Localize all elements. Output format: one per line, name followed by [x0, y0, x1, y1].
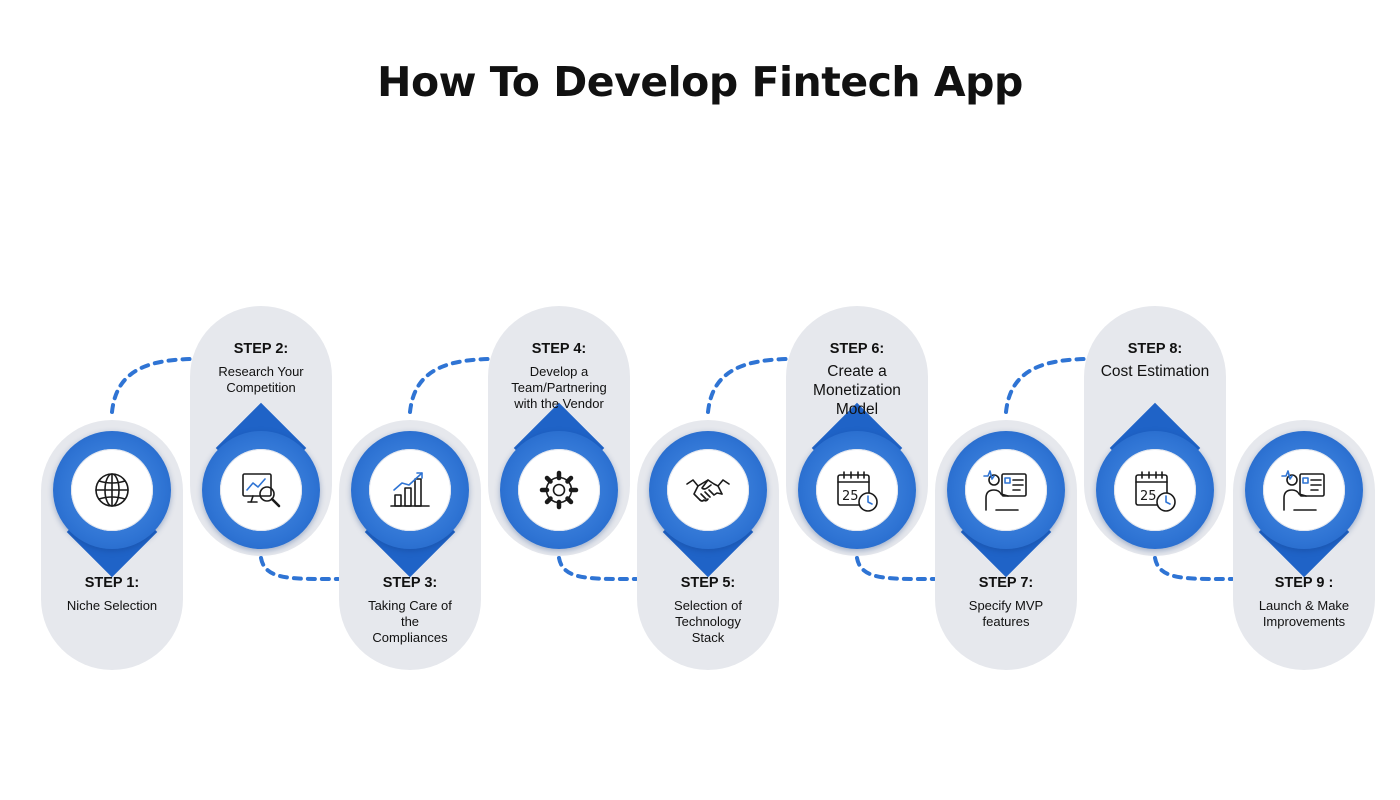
calendar-clock-icon: 25: [816, 449, 898, 531]
step-5-label: STEP 5: Selection of Technology Stack: [633, 574, 783, 646]
step-number: STEP 7:: [978, 575, 1034, 591]
step-title: Research Your Competition: [218, 364, 304, 395]
step-number: STEP 1:: [84, 575, 140, 591]
person-dashboard-icon: [1263, 449, 1345, 531]
step-title: Selection of Technology Stack: [674, 598, 742, 645]
connector-1-2: [110, 357, 193, 414]
step-title: Niche Selection: [66, 598, 158, 613]
step-number: STEP 6:: [829, 341, 885, 357]
connector-7-8: [1004, 357, 1087, 414]
step-1-label: STEP 1: Niche Selection: [37, 574, 187, 614]
step-number: STEP 8:: [1127, 341, 1183, 357]
step-title: Launch & Make Improvements: [1258, 598, 1350, 629]
step-6-label: STEP 6: Create a Monetization Model: [782, 340, 932, 419]
step-7-badge: [947, 431, 1065, 549]
process-diagram: How To Develop Fintech App STEP 1: Niche …: [0, 0, 1400, 800]
step-2-label: STEP 2: Research Your Competition: [186, 340, 336, 396]
step-5-badge: [649, 431, 767, 549]
analytics-search-icon: [220, 449, 302, 531]
step-8-badge: 25: [1096, 431, 1214, 549]
connector-6-7: [855, 556, 936, 582]
step-6-badge: 25: [798, 431, 916, 549]
handshake-icon: [667, 449, 749, 531]
step-3-badge: [351, 431, 469, 549]
step-3-label: STEP 3: Taking Care of the Compliances: [335, 574, 485, 646]
step-9-badge: [1245, 431, 1363, 549]
step-4-label: STEP 4: Develop a Team/Partnering with th…: [484, 340, 634, 412]
svg-text:25: 25: [1140, 489, 1157, 504]
step-number: STEP 9 :: [1274, 575, 1334, 591]
step-4-badge: [500, 431, 618, 549]
step-title: Specify MVP features: [968, 598, 1044, 629]
connector-3-4: [408, 357, 491, 414]
step-1-badge: [53, 431, 171, 549]
connector-2-3: [259, 556, 340, 582]
step-8-label: STEP 8: Cost Estimation: [1080, 340, 1230, 381]
globe-icon: [71, 449, 153, 531]
bar-chart-icon: [369, 449, 451, 531]
step-title: Cost Estimation: [1100, 363, 1210, 380]
step-title: Create a Monetization Model: [813, 363, 901, 418]
person-dashboard-icon: [965, 449, 1047, 531]
connector-8-9: [1153, 556, 1234, 582]
gear-icon: [518, 449, 600, 531]
step-title: Taking Care of the Compliances: [368, 598, 452, 645]
svg-text:25: 25: [842, 489, 859, 504]
connector-5-6: [706, 357, 789, 414]
step-number: STEP 4:: [531, 341, 587, 357]
step-number: STEP 2:: [233, 341, 289, 357]
calendar-clock-icon: 25: [1114, 449, 1196, 531]
step-number: STEP 5:: [680, 575, 736, 591]
step-title: Develop a Team/Partnering with the Vendo…: [511, 364, 607, 411]
step-2-badge: [202, 431, 320, 549]
step-9-label: STEP 9 : Launch & Make Improvements: [1229, 574, 1379, 630]
step-7-label: STEP 7: Specify MVP features: [931, 574, 1081, 630]
step-number: STEP 3:: [382, 575, 438, 591]
connector-4-5: [557, 556, 638, 582]
